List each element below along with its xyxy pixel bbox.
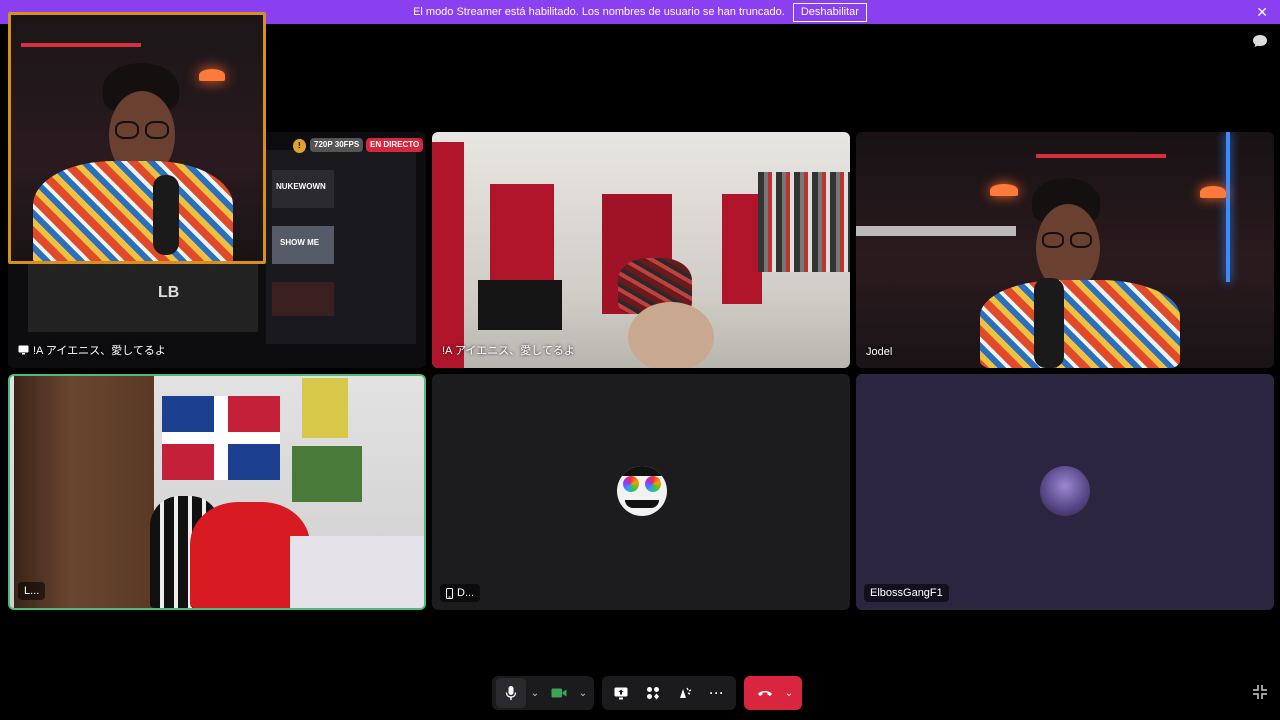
thumbnail-title: NUKEWOWN: [276, 182, 326, 191]
neon-strip: [1226, 132, 1230, 282]
tile-label: D...: [440, 584, 481, 602]
warning-badge: !: [293, 139, 306, 153]
microphone-button[interactable]: [496, 678, 526, 708]
mic-arm: [856, 226, 1016, 236]
soundboard-button[interactable]: [670, 678, 700, 708]
close-icon[interactable]: ✕: [1256, 4, 1268, 20]
hang-up-icon: [758, 691, 772, 696]
person-head: [628, 302, 714, 368]
lamp: [990, 184, 1018, 196]
disconnect-options-button[interactable]: ⌄: [782, 678, 796, 708]
collapse-icon[interactable]: [1252, 684, 1268, 700]
floating-self-camera[interactable]: [8, 12, 266, 264]
flag: [162, 396, 280, 480]
actions-group: ···: [602, 676, 736, 710]
call-controls: ⌄ ⌄ ··· ⌄: [492, 676, 802, 710]
participant-name: !A アイエニス、愛してるよ: [33, 345, 166, 357]
camera-options-button[interactable]: ⌄: [576, 678, 590, 708]
audio-video-group: ⌄ ⌄: [492, 676, 594, 710]
activities-icon: [647, 687, 659, 700]
avatar: [617, 466, 667, 516]
video-tile[interactable]: !A アイエニス、愛してるよ: [432, 132, 850, 368]
live-badge: EN DIRECTO: [366, 138, 424, 152]
stream-thumbnail: [272, 282, 334, 316]
disconnect-button[interactable]: ⌄: [744, 676, 802, 710]
lamp: [199, 69, 225, 81]
tile-label: !A アイエニス、愛してるよ: [442, 342, 575, 358]
door: [14, 376, 154, 608]
thumbnail-title: SHOW ME: [280, 238, 320, 247]
stream-thumbnail: NUKEWOWN: [272, 170, 334, 208]
stream-logo: LB: [158, 284, 180, 301]
soundboard-icon: [680, 687, 692, 698]
participant-name: L...: [24, 585, 40, 597]
participant-name: !A アイエニス、愛してるよ: [442, 345, 575, 357]
glasses: [1070, 232, 1092, 248]
glasses: [115, 121, 139, 139]
disable-streamer-mode-button[interactable]: Deshabilitar: [792, 2, 867, 22]
participant-name: D...: [457, 587, 475, 599]
hang-up-button[interactable]: [750, 678, 780, 708]
stream-sidebar: NUKEWOWN SHOW ME: [266, 150, 416, 344]
tv: [478, 280, 562, 330]
microphone: [1034, 278, 1064, 368]
poster: [302, 378, 348, 438]
more-icon: ···: [709, 686, 725, 700]
shelf-decor: [21, 43, 141, 47]
clothes-rack: [758, 172, 850, 272]
avatar-tile[interactable]: ElbossGangF1: [856, 374, 1274, 610]
activities-button[interactable]: [638, 678, 668, 708]
glasses: [1042, 232, 1064, 248]
stream-video: LB: [28, 252, 258, 332]
tile-label: L...: [18, 582, 46, 600]
shelf-decor: [1036, 154, 1166, 158]
screen-share-button[interactable]: [606, 678, 636, 708]
video-tile-speaking[interactable]: L...: [8, 374, 426, 610]
more-options-button[interactable]: ···: [702, 678, 732, 708]
curtain: [722, 194, 762, 304]
microphone-icon: [505, 686, 517, 700]
microphone-options-button[interactable]: ⌄: [528, 678, 542, 708]
mobile-phone-icon: [446, 587, 453, 599]
bed: [290, 536, 424, 608]
tile-label: !A アイエニス、愛してるよ: [18, 342, 166, 358]
avatar: [1040, 466, 1090, 516]
person-shirt: [33, 161, 233, 261]
participant-name: Jodel: [866, 346, 893, 358]
lamp: [1200, 186, 1226, 198]
video-tile[interactable]: Jodel: [856, 132, 1274, 368]
tile-label: ElbossGangF1: [864, 584, 949, 602]
stream-quality-badge: 720P 30FPS: [310, 138, 364, 152]
glasses: [145, 121, 169, 139]
camera-icon: [551, 688, 567, 698]
chat-bubble-icon[interactable]: [1252, 34, 1268, 48]
poster: [292, 446, 362, 502]
participant-name: ElbossGangF1: [870, 587, 943, 599]
screen-share-icon: [18, 345, 29, 355]
curtain: [432, 142, 464, 368]
person-shirt: [980, 280, 1180, 368]
screen-share-icon: [614, 687, 628, 699]
avatar-tile[interactable]: D...: [432, 374, 850, 610]
banner-message: El modo Streamer está habilitado. Los no…: [413, 6, 785, 18]
microphone-stand: [153, 175, 179, 255]
tile-label: Jodel: [866, 346, 892, 358]
camera-button[interactable]: [544, 678, 574, 708]
stream-thumbnail: SHOW ME: [272, 226, 334, 264]
